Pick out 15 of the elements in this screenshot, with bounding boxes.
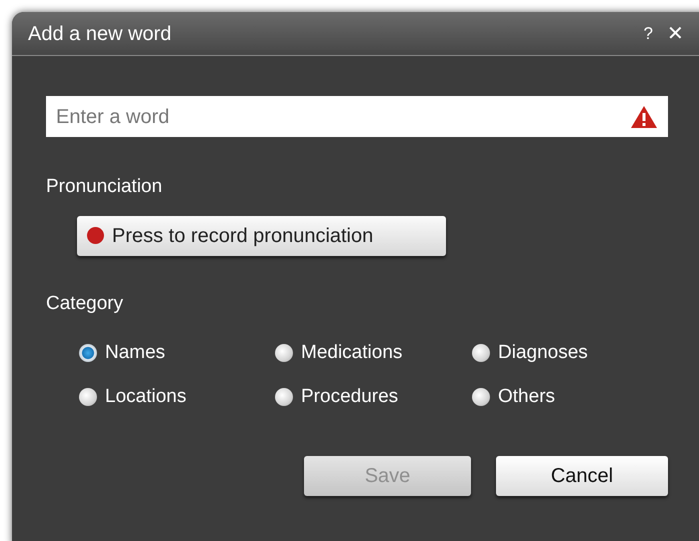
close-button[interactable]: ✕ xyxy=(667,18,684,48)
category-radio[interactable]: Diagnoses xyxy=(472,340,652,366)
category-radio[interactable]: Names xyxy=(79,340,275,366)
category-radio[interactable]: Others xyxy=(472,384,652,410)
pronunciation-label: Pronunciation xyxy=(46,175,164,199)
window-title: Add a new word xyxy=(28,22,172,46)
word-field[interactable]: Enter a word xyxy=(46,96,668,137)
help-button[interactable]: ? xyxy=(644,20,653,46)
cancel-button[interactable]: Cancel xyxy=(496,456,668,496)
record-button[interactable]: Press to record pronunciation xyxy=(77,216,446,256)
category-radio[interactable]: Locations xyxy=(79,384,275,410)
category-radio[interactable]: Procedures xyxy=(275,384,472,410)
word-input[interactable]: Enter a word xyxy=(56,102,630,132)
category-label: Category xyxy=(46,292,124,316)
category-radio[interactable]: Medications xyxy=(275,340,472,366)
